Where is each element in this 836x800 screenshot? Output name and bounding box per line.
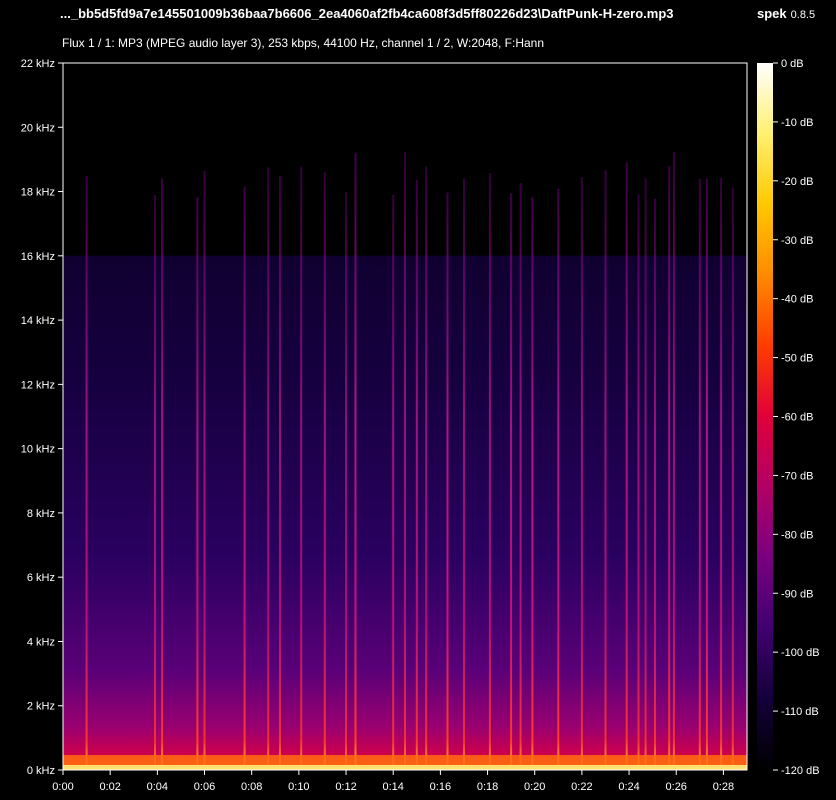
y-tick-label-6: 12 kHz [21,379,55,391]
transient-line-2 [161,178,164,770]
transient-line-20 [519,183,522,771]
x-tick-label-11: 0:22 [571,781,592,793]
transient-line-23 [580,177,583,770]
cbar-tick-label-12: -120 dB [781,765,820,777]
transient-line-14 [415,179,418,771]
transient-line-13 [404,152,406,770]
y-tick-label-7: 14 kHz [21,315,55,327]
transient-line-22 [557,188,560,770]
transient-line-32 [705,178,708,771]
transient-line-27 [644,178,647,770]
cbar-tick-label-0: 0 dB [781,58,804,70]
cbar-tick-label-6: -60 dB [781,412,813,424]
y-tick-label-10: 20 kHz [21,122,55,134]
bass-floor [63,765,747,770]
y-tick-label-5: 10 kHz [21,444,55,456]
transient-line-28 [654,198,656,770]
x-tick-label-0: 0:00 [52,781,73,793]
transient-line-1 [154,195,156,770]
transient-line-24 [604,170,607,770]
transient-line-6 [267,167,270,770]
y-tick-label-2: 4 kHz [27,636,55,648]
cbar-tick-label-3: -30 dB [781,235,813,247]
y-tick-label-8: 16 kHz [21,251,55,263]
colorbar-axis: 0 dB -10 dB -20 dB -30 dB -40 dB -50 dB -60 dB… [773,58,820,777]
x-axis: 0:00 0:02 0:04 0:06 0:08 0:10 0:12 0:14 0:16 0:18… [52,770,734,793]
x-tick-label-6: 0:12 [335,781,356,793]
transient-line-30 [672,152,675,771]
transient-line-9 [323,172,326,770]
transient-line-19 [510,193,513,771]
y-tick-label-9: 18 kHz [21,187,55,199]
transient-line-21 [531,197,534,771]
cbar-tick-label-8: -80 dB [781,529,813,541]
transient-line-33 [720,178,723,770]
cbar-tick-label-5: -50 dB [781,353,813,365]
cbar-tick-label-10: -100 dB [781,647,820,659]
x-tick-label-9: 0:18 [477,781,498,793]
transient-line-3 [196,197,199,771]
y-tick-label-1: 2 kHz [27,701,55,713]
transient-line-25 [625,162,628,770]
transient-line-12 [392,195,395,770]
x-tick-label-3: 0:06 [194,781,215,793]
y-axis: 0 kHz 2 kHz 4 kHz 6 kHz 8 kHz 10 kHz 12 kHz 14 … [21,58,63,777]
y-tick-label-11: 22 kHz [21,58,55,70]
transient-line-8 [300,166,303,771]
transient-line-18 [488,173,491,771]
transient-line-29 [668,166,671,770]
x-tick-label-4: 0:08 [241,781,262,793]
x-tick-label-7: 0:14 [382,781,403,793]
transient-line-4 [203,170,206,770]
x-tick-label-12: 0:24 [618,781,639,793]
transient-line-26 [637,194,640,770]
colorbar [757,63,773,770]
transient-line-0 [85,176,88,770]
transient-line-11 [354,152,357,770]
transient-line-15 [425,166,428,771]
y-tick-label-0: 0 kHz [27,765,55,777]
cbar-tick-label-7: -70 dB [781,470,813,482]
transient-line-31 [698,178,701,770]
cbar-tick-label-2: -20 dB [781,176,813,188]
transient-line-5 [243,186,246,771]
transient-line-16 [446,192,449,770]
x-tick-label-13: 0:26 [666,781,687,793]
y-tick-label-4: 8 kHz [27,508,55,520]
cbar-tick-label-1: -10 dB [781,117,813,129]
x-tick-label-5: 0:10 [288,781,309,793]
spectrogram-chart: 0:00 0:02 0:04 0:06 0:08 0:10 0:12 0:14 0:16 0:18… [21,58,820,793]
cbar-tick-label-9: -90 dB [781,588,813,600]
transient-line-10 [345,192,347,771]
cbar-tick-label-11: -110 dB [781,706,819,718]
x-tick-label-14: 0:28 [713,781,734,793]
x-tick-label-1: 0:02 [99,781,120,793]
transient-line-34 [731,187,734,771]
x-tick-label-2: 0:04 [147,781,168,793]
x-tick-label-8: 0:16 [430,781,451,793]
transient-line-7 [279,175,281,771]
transient-line-17 [463,178,465,771]
y-tick-label-3: 6 kHz [27,572,55,584]
cbar-tick-label-4: -40 dB [781,294,813,306]
x-tick-label-10: 0:20 [524,781,545,793]
